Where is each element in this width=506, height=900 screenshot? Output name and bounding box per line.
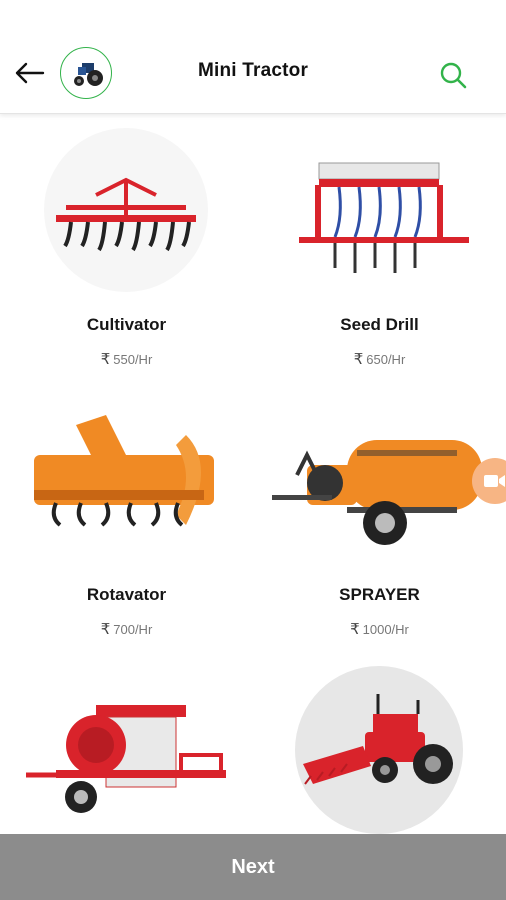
price-value: 1000/Hr	[362, 622, 409, 637]
seed-drill-image	[279, 115, 479, 305]
thresher-image	[26, 655, 226, 835]
implement-card-seed-drill[interactable]: Seed Drill ₹650/Hr	[253, 115, 506, 385]
rupee-symbol: ₹	[350, 621, 360, 638]
price-value: 550/Hr	[113, 352, 153, 367]
implement-name: Seed Drill	[340, 315, 419, 334]
implement-card-harvester[interactable]	[253, 655, 506, 835]
sprayer-image	[267, 385, 491, 575]
arrow-left-icon	[15, 62, 45, 84]
rupee-symbol: ₹	[100, 351, 111, 368]
implement-grid: Cultivator ₹550/Hr Seed Drill ₹650/Hr Ro…	[0, 115, 506, 835]
implement-price: ₹1000/Hr	[253, 620, 506, 638]
video-camera-icon	[484, 475, 505, 487]
cultivator-image	[26, 115, 226, 305]
implement-card-sprayer[interactable]: SPRAYER ₹1000/Hr	[253, 385, 506, 655]
rupee-symbol: ₹	[353, 351, 364, 368]
tractor-thumbnail-icon	[74, 63, 103, 86]
implement-card-thresher[interactable]	[0, 655, 253, 835]
next-button[interactable]: Next	[0, 834, 506, 900]
implement-price: ₹550/Hr	[0, 350, 253, 368]
implement-name: Cultivator	[86, 315, 167, 334]
rotavator-image	[16, 385, 236, 575]
page-title: Mini Tractor	[197, 60, 309, 81]
implement-price: ₹650/Hr	[253, 350, 506, 368]
back-button[interactable]	[10, 56, 48, 90]
implement-price: ₹700/Hr	[0, 620, 253, 638]
price-value: 700/Hr	[113, 622, 153, 637]
search-button[interactable]	[436, 58, 470, 92]
category-avatar	[60, 47, 112, 99]
harvester-image	[293, 655, 465, 835]
search-icon	[440, 62, 467, 89]
implement-name: Rotavator	[86, 585, 167, 604]
app-header: Mini Tractor	[0, 0, 506, 114]
price-value: 650/Hr	[366, 352, 406, 367]
implement-card-cultivator[interactable]: Cultivator ₹550/Hr	[0, 115, 253, 385]
implement-name: SPRAYER	[339, 585, 420, 604]
rupee-symbol: ₹	[100, 621, 111, 638]
implement-card-rotavator[interactable]: Rotavator ₹700/Hr	[0, 385, 253, 655]
